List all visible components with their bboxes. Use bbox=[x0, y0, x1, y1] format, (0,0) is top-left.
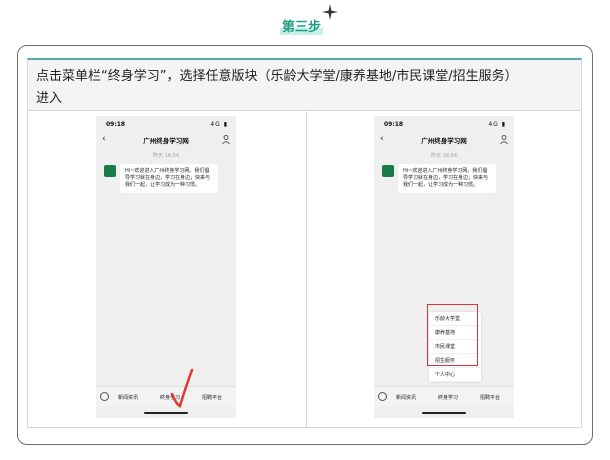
nav-bar: ‹ 广州终身学习网 bbox=[374, 134, 514, 148]
status-bar: 09:18 4G ▮ bbox=[96, 120, 236, 130]
person-icon[interactable] bbox=[500, 135, 508, 144]
menu-item-recruitment[interactable]: 招聘平台 bbox=[202, 394, 222, 401]
step-title: 第三步 bbox=[280, 16, 324, 35]
message-timestamp: 昨天 16:54 bbox=[431, 153, 457, 159]
nav-bar: ‹ 广州终身学习网 bbox=[96, 134, 236, 148]
nav-title: 广州终身学习网 bbox=[421, 137, 467, 145]
instruction-line-2: 进入 bbox=[36, 91, 63, 106]
menu-bar: 新闻资讯 终身学习 招聘平台 bbox=[374, 386, 514, 406]
menu-bar: 新闻资讯 终身学习 招聘平台 bbox=[96, 386, 236, 406]
instruction-text: 点击菜单栏“终身学习”，选择任意版块（乐龄大学堂/康养基地/市民课堂/招生服务）… bbox=[27, 58, 582, 110]
menu-item-news[interactable]: 新闻资讯 bbox=[118, 394, 138, 401]
table-divider bbox=[306, 111, 307, 427]
status-time: 09:18 bbox=[106, 121, 126, 128]
menu-item-lifelong-learning[interactable]: 终身学习 bbox=[438, 394, 458, 401]
welcome-message: Hi~欢迎进入广州终身学习网。我们倡导学习就在身边，学习在身边；快来与我们一起，… bbox=[398, 164, 496, 193]
signal-label: 4G bbox=[488, 121, 499, 128]
menu-item-news[interactable]: 新闻资讯 bbox=[396, 394, 416, 401]
home-indicator bbox=[422, 412, 466, 414]
submenu-item-personal-center[interactable]: 个人中心 bbox=[429, 368, 481, 382]
keyboard-icon[interactable] bbox=[378, 392, 387, 401]
status-icons: 4G ▮ bbox=[488, 121, 506, 128]
signal-label: 4G bbox=[210, 121, 221, 128]
welcome-message: Hi~欢迎进入广州终身学习网。我们倡导学习就在身边，学习在身边；快来与我们一起，… bbox=[120, 164, 218, 193]
status-time: 09:18 bbox=[384, 121, 404, 128]
status-bar: 09:18 4G ▮ bbox=[374, 120, 514, 130]
status-icons: 4G ▮ bbox=[210, 121, 228, 128]
instruction-line-1: 点击菜单栏“终身学习”，选择任意版块（乐龄大学堂/康养基地/市民课堂/招生服务） bbox=[36, 69, 518, 84]
message-timestamp: 昨天 16:54 bbox=[153, 153, 179, 159]
sparkle-icon bbox=[322, 4, 338, 20]
person-icon[interactable] bbox=[222, 135, 230, 144]
account-avatar bbox=[382, 165, 394, 177]
menu-item-recruitment[interactable]: 招聘平台 bbox=[480, 394, 500, 401]
phone-screenshot-right: 09:18 4G ▮ ‹ 广州终身学习网 昨天 16:54 Hi~欢迎进入广州终… bbox=[374, 116, 514, 418]
home-indicator bbox=[144, 412, 188, 414]
keyboard-icon[interactable] bbox=[100, 392, 109, 401]
account-avatar bbox=[104, 165, 116, 177]
checkmark-icon bbox=[170, 368, 194, 408]
phone-screenshot-left: 09:18 4G ▮ ‹ 广州终身学习网 昨天 16:54 Hi~欢迎进入广州终… bbox=[96, 116, 236, 418]
highlight-box bbox=[427, 304, 478, 366]
nav-title: 广州终身学习网 bbox=[143, 137, 189, 145]
